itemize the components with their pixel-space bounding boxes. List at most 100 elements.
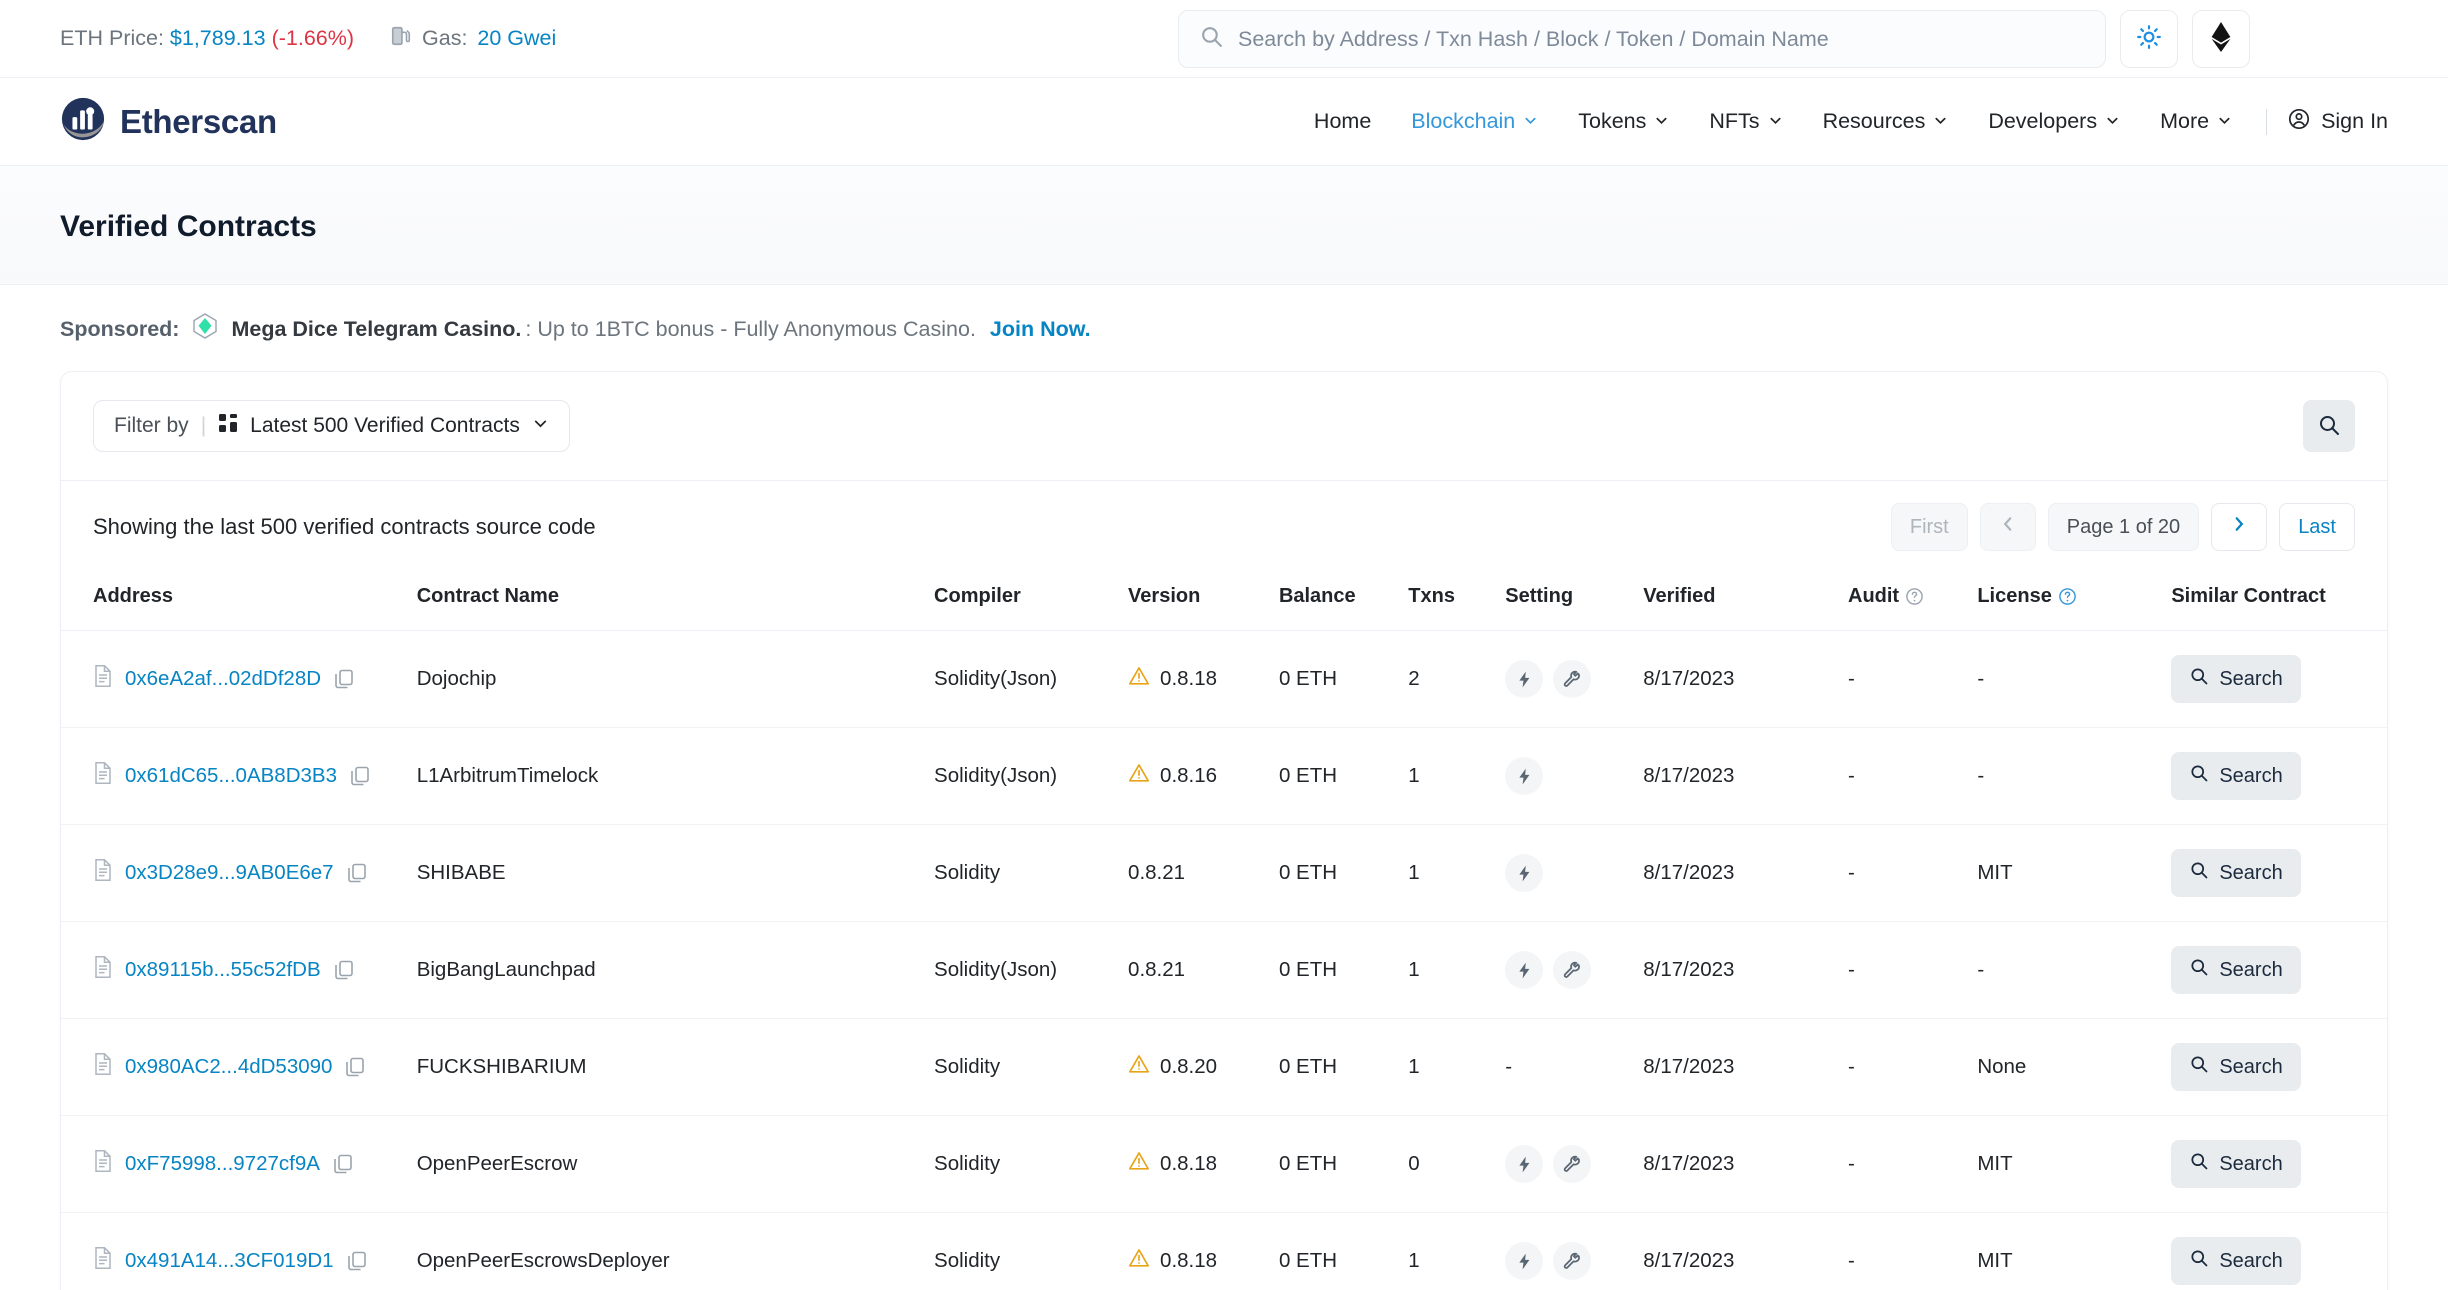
table-row: 0xF75998...9727cf9A OpenPeerEscrow Solid… [61, 1116, 2387, 1213]
contract-file-icon [93, 1149, 113, 1179]
contract-file-icon [93, 1246, 113, 1276]
address-link[interactable]: 0x61dC65...0AB8D3B3 [125, 764, 337, 788]
pagination-last-button[interactable]: Last [2279, 503, 2355, 551]
gas-value[interactable]: 20 Gwei [477, 26, 556, 51]
setting-bolt-icon[interactable] [1505, 951, 1543, 989]
table-body: 0x6eA2af...02dDf28D Dojochip Solidity(Js… [61, 631, 2387, 1290]
cell-version: 0.8.20 [1128, 1019, 1279, 1116]
contract-file-icon [93, 1052, 113, 1082]
cell-txns: 1 [1408, 825, 1505, 922]
similar-contract-search-button[interactable]: Search [2171, 946, 2300, 994]
similar-contract-search-button[interactable]: Search [2171, 1237, 2300, 1285]
cell-license: MIT [1977, 1213, 2171, 1290]
nav-item-tokens[interactable]: Tokens [1558, 109, 1689, 134]
cell-setting: - [1505, 1019, 1643, 1116]
cell-compiler: Solidity(Json) [934, 922, 1128, 1019]
address-link[interactable]: 0x6eA2af...02dDf28D [125, 667, 321, 691]
copy-address-icon[interactable] [346, 862, 368, 884]
similar-contract-search-button[interactable]: Search [2171, 752, 2300, 800]
table-search-button[interactable] [2303, 400, 2355, 452]
setting-bolt-icon[interactable] [1505, 660, 1543, 698]
copy-address-icon[interactable] [344, 1056, 366, 1078]
pagination-next-button[interactable] [2211, 503, 2267, 551]
cell-setting [1505, 631, 1643, 728]
copy-address-icon[interactable] [346, 1250, 368, 1272]
address-link[interactable]: 0x491A14...3CF019D1 [125, 1249, 334, 1273]
brand-home-link[interactable]: Etherscan [60, 96, 277, 147]
setting-bolt-icon[interactable] [1505, 854, 1543, 892]
cell-compiler: Solidity [934, 825, 1128, 922]
filter-by-dropdown[interactable]: Filter by | Latest 500 Verified Contract… [93, 400, 570, 452]
nav-item-nfts[interactable]: NFTs [1689, 109, 1802, 134]
sign-in-button[interactable]: Sign In [2281, 107, 2388, 137]
setting-bolt-icon[interactable] [1505, 1242, 1543, 1280]
cell-balance: 0 ETH [1279, 1019, 1408, 1116]
cell-similar-contract: Search [2171, 1019, 2387, 1116]
copy-address-icon[interactable] [333, 959, 355, 981]
table-header: Address Contract Name Compiler Version B… [61, 571, 2387, 631]
header-audit: Audit [1848, 571, 1977, 631]
nav-item-more[interactable]: More [2140, 109, 2252, 134]
card-toolbar: Filter by | Latest 500 Verified Contract… [61, 372, 2387, 481]
address-link[interactable]: 0x3D28e9...9AB0E6e7 [125, 861, 334, 885]
version-value: 0.8.20 [1160, 1055, 1217, 1079]
cell-similar-contract: Search [2171, 728, 2387, 825]
copy-address-icon[interactable] [349, 765, 371, 787]
brand-name: Etherscan [120, 103, 277, 141]
copy-address-icon[interactable] [332, 1153, 354, 1175]
similar-contract-search-button[interactable]: Search [2171, 849, 2300, 897]
cell-balance: 0 ETH [1279, 825, 1408, 922]
filter-separator: | [201, 414, 206, 438]
cell-version: 0.8.18 [1128, 1116, 1279, 1213]
similar-contract-search-button[interactable]: Search [2171, 1140, 2300, 1188]
similar-search-label: Search [2219, 1250, 2282, 1273]
pagination-prev-button[interactable] [1980, 503, 2036, 551]
cell-txns: 1 [1408, 922, 1505, 1019]
nav-item-resources[interactable]: Resources [1803, 109, 1969, 134]
verified-contracts-table: Address Contract Name Compiler Version B… [61, 571, 2387, 1290]
chevron-right-icon [2230, 515, 2248, 539]
setting-bolt-icon[interactable] [1505, 757, 1543, 795]
nav-item-blockchain[interactable]: Blockchain [1391, 109, 1558, 134]
setting-wrench-icon[interactable] [1553, 951, 1591, 989]
address-link[interactable]: 0xF75998...9727cf9A [125, 1152, 320, 1176]
cell-similar-contract: Search [2171, 1116, 2387, 1213]
sponsored-cta-link[interactable]: Join Now. [990, 317, 1091, 342]
theme-toggle-button[interactable] [2120, 10, 2178, 68]
sponsored-label: Sponsored: [60, 317, 179, 342]
cell-version: 0.8.18 [1128, 631, 1279, 728]
copy-address-icon[interactable] [333, 668, 355, 690]
eth-price-group: ETH Price: $1,789.13 (-1.66%) [60, 26, 354, 51]
nav-item-developers[interactable]: Developers [1968, 109, 2140, 134]
search-icon [2317, 413, 2341, 440]
cell-balance: 0 ETH [1279, 1213, 1408, 1290]
setting-wrench-icon[interactable] [1553, 1145, 1591, 1183]
similar-contract-search-button[interactable]: Search [2171, 1043, 2300, 1091]
chevron-down-icon [532, 414, 549, 438]
sponsored-title[interactable]: Mega Dice Telegram Casino. [231, 317, 521, 342]
license-help-icon[interactable] [2058, 587, 2077, 606]
cell-balance: 0 ETH [1279, 1116, 1408, 1213]
eth-price-change: (-1.66%) [272, 26, 354, 50]
cell-audit: - [1848, 922, 1977, 1019]
global-search-box[interactable] [1178, 10, 2106, 68]
search-icon [2189, 860, 2209, 886]
setting-bolt-icon[interactable] [1505, 1145, 1543, 1183]
address-link[interactable]: 0x89115b...55c52fDB [125, 958, 321, 982]
utility-bar-left: ETH Price: $1,789.13 (-1.66%) Gas: 20 Gw… [60, 25, 556, 53]
network-switch-button[interactable] [2192, 10, 2250, 68]
table-row: 0x3D28e9...9AB0E6e7 SHIBABE Solidity 0.8… [61, 825, 2387, 922]
similar-contract-search-button[interactable]: Search [2171, 655, 2300, 703]
utility-bar: ETH Price: $1,789.13 (-1.66%) Gas: 20 Gw… [0, 0, 2448, 78]
pagination-first-button[interactable]: First [1891, 503, 1968, 551]
eth-price-value[interactable]: $1,789.13 [170, 26, 266, 50]
contract-file-icon [93, 761, 113, 791]
search-input[interactable] [1238, 27, 2085, 52]
nav-item-home[interactable]: Home [1294, 109, 1391, 134]
address-link[interactable]: 0x980AC2...4dD53090 [125, 1055, 332, 1079]
setting-wrench-icon[interactable] [1553, 1242, 1591, 1280]
setting-wrench-icon[interactable] [1553, 660, 1591, 698]
audit-help-icon[interactable] [1905, 587, 1924, 606]
header-txns: Txns [1408, 571, 1505, 631]
cell-verified: 8/17/2023 [1643, 631, 1848, 728]
